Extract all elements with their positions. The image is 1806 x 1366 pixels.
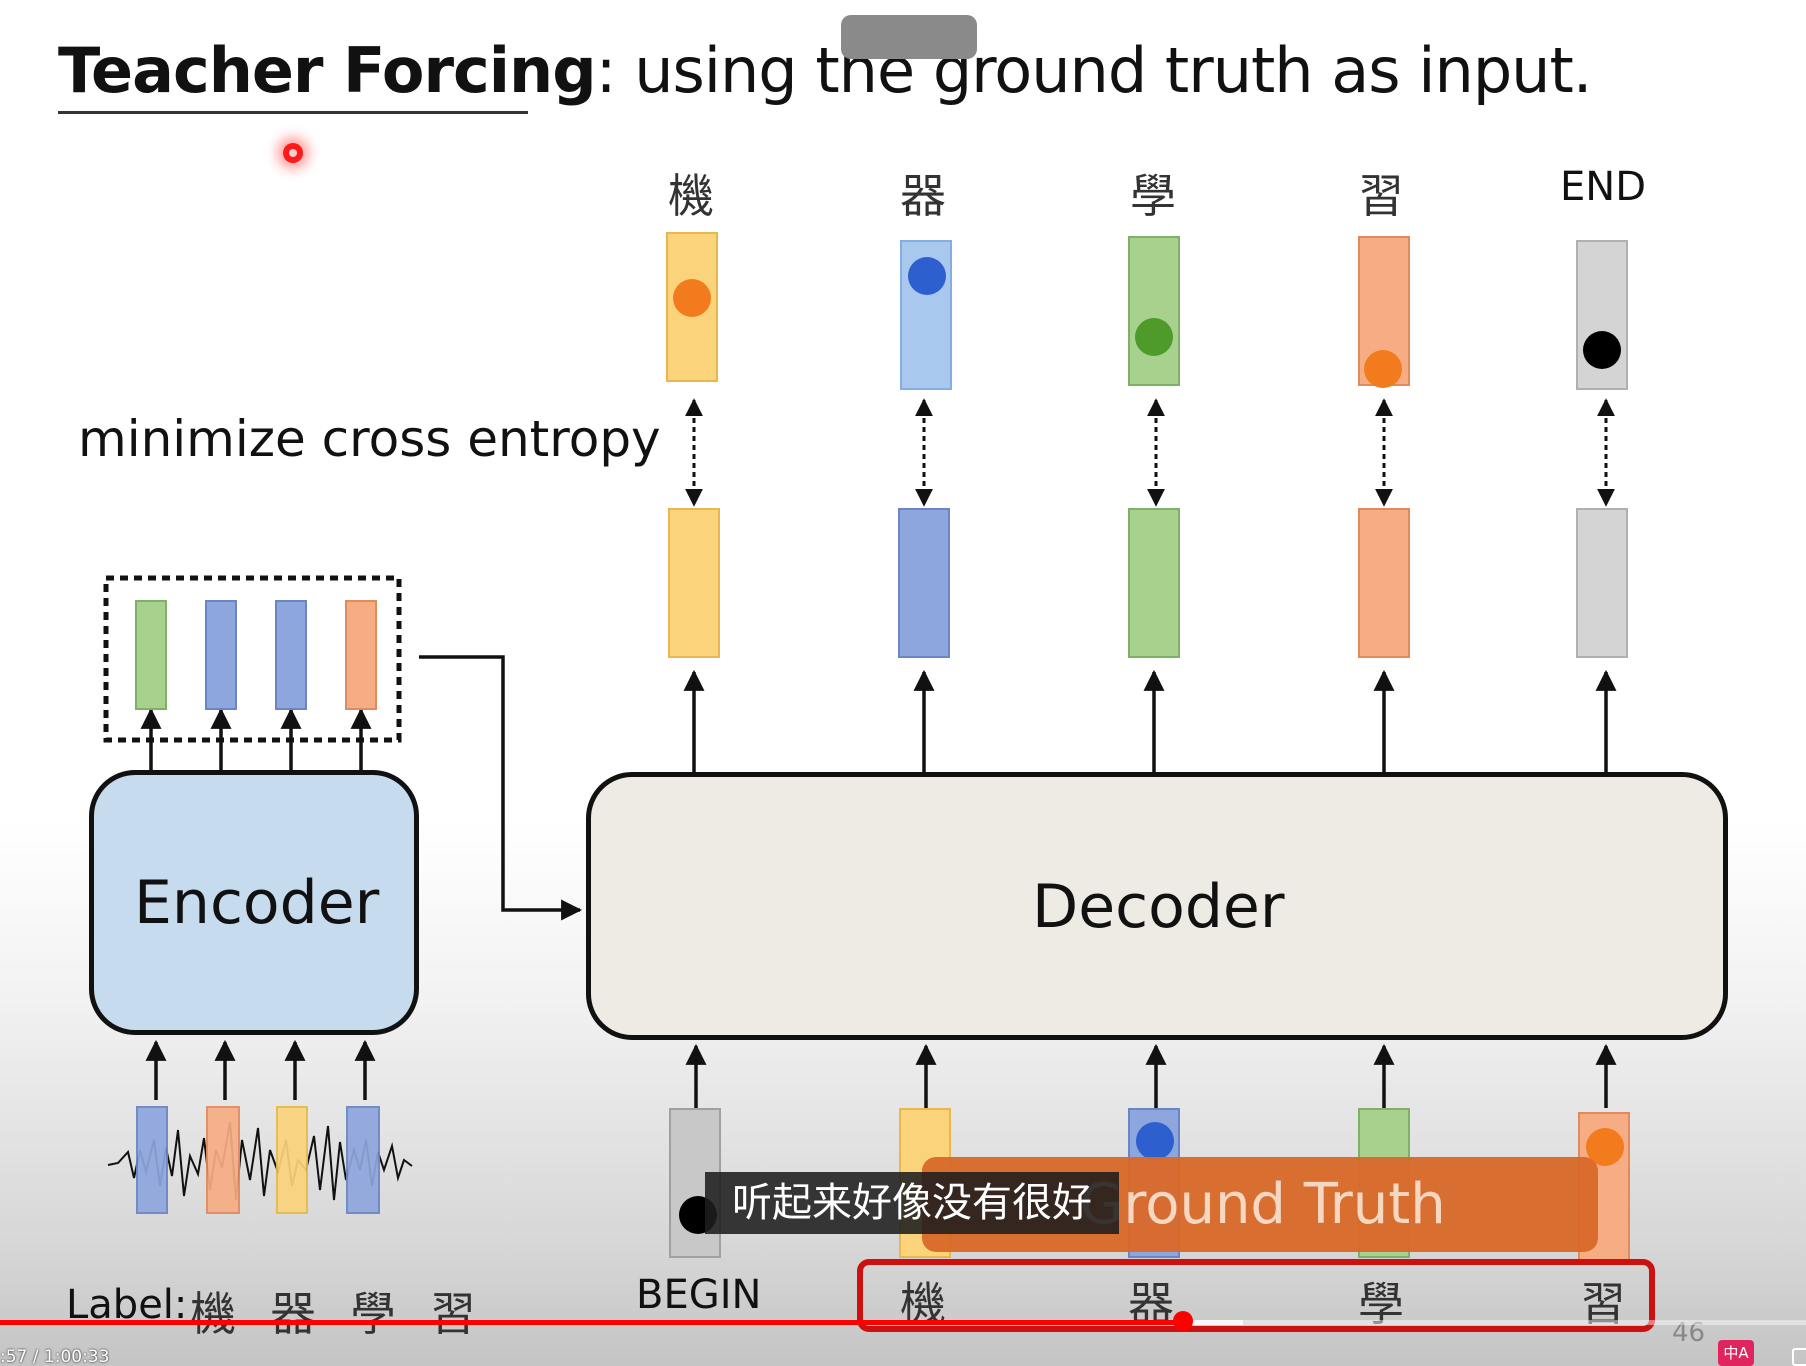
decoder-input-dot-3 [1136, 1122, 1174, 1160]
subtitles-button[interactable]: 中A [1718, 1340, 1754, 1366]
ground-truth-label: Ground Truth [1080, 1172, 1446, 1237]
encoder-output-vector-1 [135, 600, 167, 710]
encoder-output-vector-4 [345, 600, 377, 710]
output-dot-5 [1583, 331, 1621, 369]
label-char-2: 器 [270, 1287, 316, 1341]
output-dot-3 [1135, 318, 1173, 356]
output-char-3: 學 [1130, 169, 1176, 223]
target-vector-3 [1128, 508, 1180, 658]
decoder-input-begin: BEGIN [636, 1272, 762, 1318]
encoder-label: Encoder [134, 868, 380, 938]
progress-played [0, 1320, 1183, 1325]
fullscreen-icon[interactable] [1792, 1348, 1806, 1366]
decoder-label: Decoder [1032, 872, 1285, 942]
audio-vector-1 [136, 1106, 168, 1214]
encoder-output-vector-2 [205, 600, 237, 710]
audio-vector-3 [276, 1106, 308, 1214]
encoder-output-vector-3 [275, 600, 307, 710]
video-player[interactable]: Teacher Forcing: using the ground truth … [0, 0, 1806, 1366]
encoder-decoder-arrow [419, 655, 583, 921]
output-dot-4 [1364, 350, 1402, 388]
target-vector-2 [898, 508, 950, 658]
target-vector-4 [1358, 508, 1410, 658]
label-char-3: 學 [350, 1287, 396, 1341]
output-end: END [1560, 164, 1646, 210]
label-char-4: 習 [430, 1287, 476, 1341]
output-char-2: 器 [900, 169, 946, 223]
audio-vector-2 [206, 1106, 240, 1214]
target-vector-5 [1576, 508, 1628, 658]
audio-vector-4 [346, 1106, 380, 1214]
scrubber-handle[interactable] [1173, 1311, 1193, 1331]
output-dot-1 [673, 279, 711, 317]
video-subtitle: 听起来好像没有很好 [705, 1172, 1119, 1234]
loss-label: minimize cross entropy [78, 410, 661, 468]
time-display: :57 / 1:00:33 [0, 1347, 110, 1366]
output-char-4: 習 [1358, 169, 1404, 223]
output-distribution-3 [1128, 236, 1180, 386]
output-char-1: 機 [668, 169, 714, 223]
label-char-1: 機 [190, 1287, 236, 1341]
output-dot-2 [908, 257, 946, 295]
target-vector-1 [668, 508, 720, 658]
